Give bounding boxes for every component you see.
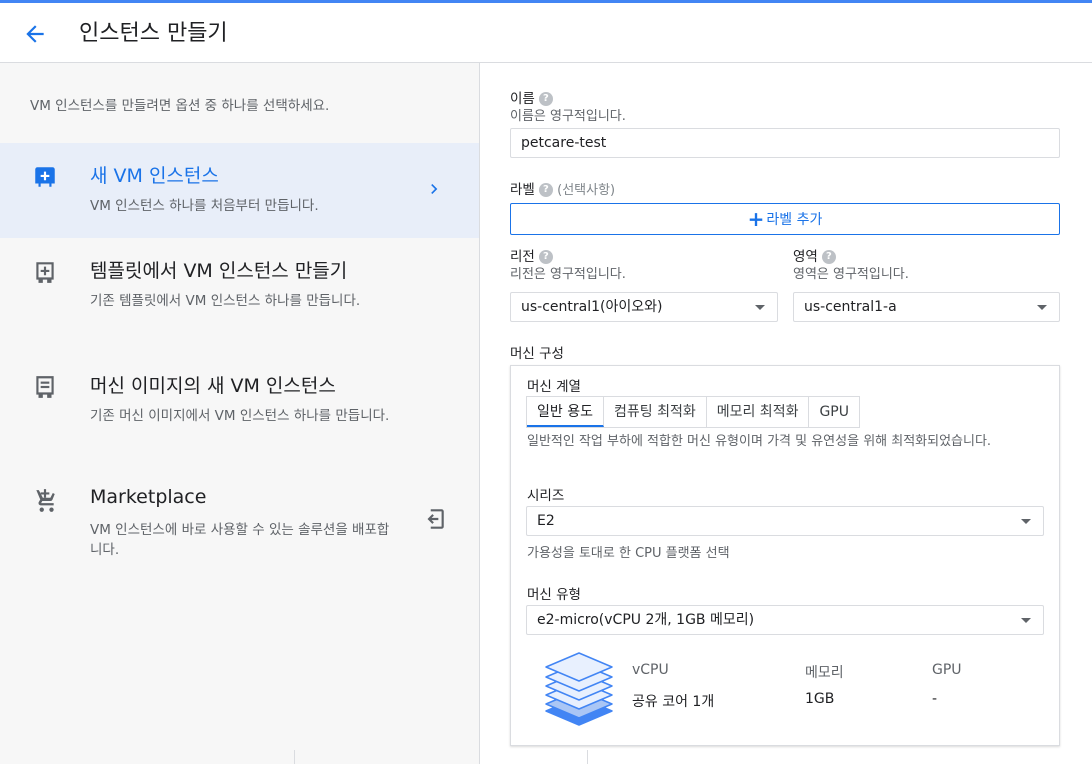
plus-icon: + xyxy=(747,207,765,231)
options-intro-text: VM 인스턴스를 만들려면 옵션 중 하나를 선택하세요. xyxy=(30,98,330,114)
series-sublabel: 가용성을 토대로 한 CPU 플랫폼 선택 xyxy=(527,546,730,561)
help-icon[interactable]: ? xyxy=(821,250,836,264)
region-select[interactable]: us-central1(아이오와) xyxy=(510,292,778,322)
machine-family-label: 머신 계열 xyxy=(527,379,581,395)
option-title: Marketplace xyxy=(90,486,207,508)
tab-gpu[interactable]: GPU xyxy=(809,397,859,427)
option-vm-from-template[interactable]: 템플릿에서 VM 인스턴스 만들기 기존 템플릿에서 VM 인스턴스 하나를 만… xyxy=(0,238,479,353)
divider-tick xyxy=(294,750,295,764)
tab-compute-optimized[interactable]: 컴퓨팅 최적화 xyxy=(604,397,707,427)
page-title: 인스턴스 만들기 xyxy=(79,21,228,46)
region-label: 리전? xyxy=(510,245,553,265)
spec-value-memory: 1GB xyxy=(805,691,835,707)
option-vm-from-machine-image[interactable]: 머신 이미지의 새 VM 인스턴스 기존 머신 이미지에서 VM 인스턴스 하나… xyxy=(0,353,479,468)
option-description: 기존 템플릿에서 VM 인스턴스 하나를 만듭니다. xyxy=(90,293,361,309)
back-arrow-icon[interactable] xyxy=(22,21,48,47)
add-label-button[interactable]: + 라벨 추가 xyxy=(510,203,1060,235)
machine-layers-icon xyxy=(545,652,613,726)
option-description: 기존 머신 이미지에서 VM 인스턴스 하나를 만듭니다. xyxy=(90,408,390,424)
name-input[interactable]: petcare-test xyxy=(510,128,1060,158)
creation-options-panel: VM 인스턴스를 만들려면 옵션 중 하나를 선택하세요. 새 VM 인스턴스 … xyxy=(0,63,480,764)
option-marketplace[interactable]: Marketplace VM 인스턴스에 바로 사용할 수 있는 솔루션을 배포… xyxy=(0,468,479,578)
option-title: 머신 이미지의 새 VM 인스턴스 xyxy=(90,375,336,397)
dropdown-arrow-icon xyxy=(755,305,765,310)
spec-header-memory: 메모리 xyxy=(805,665,844,681)
dropdown-arrow-icon xyxy=(1021,618,1031,623)
region-value: us-central1(아이오와) xyxy=(521,299,663,315)
labels-label-text: 라벨 xyxy=(510,182,535,198)
optional-text: (선택사항) xyxy=(557,183,616,198)
tab-memory-optimized[interactable]: 메모리 최적화 xyxy=(707,397,810,427)
spec-value-vcpu: 공유 코어 1개 xyxy=(632,694,715,710)
name-sublabel: 이름은 영구적입니다. xyxy=(510,109,626,124)
option-title: 새 VM 인스턴스 xyxy=(90,165,219,187)
machine-config-card: 머신 계열 일반 용도 컴퓨팅 최적화 메모리 최적화 GPU 일반적인 작업 … xyxy=(510,365,1060,746)
help-icon[interactable]: ? xyxy=(538,250,553,264)
tab-general-purpose[interactable]: 일반 용도 xyxy=(527,397,604,427)
machine-family-description: 일반적인 작업 부하에 적합한 머신 유형이며 가격 및 유연성을 위해 최적화… xyxy=(527,434,992,449)
zone-select[interactable]: us-central1-a xyxy=(793,292,1060,322)
page-header: 인스턴스 만들기 xyxy=(0,3,1092,63)
series-value: E2 xyxy=(537,513,555,529)
machine-image-icon xyxy=(36,376,54,398)
zone-sublabel: 영역은 영구적입니다. xyxy=(793,267,909,282)
machine-type-label: 머신 유형 xyxy=(527,587,581,603)
name-label: 이름? xyxy=(510,87,553,107)
zone-value: us-central1-a xyxy=(804,299,897,315)
spec-header-gpu: GPU xyxy=(932,662,962,678)
dropdown-arrow-icon xyxy=(1021,519,1031,524)
dropdown-arrow-icon xyxy=(1037,305,1047,310)
zone-label: 영역? xyxy=(793,245,836,265)
add-box-icon xyxy=(35,167,55,187)
cart-icon xyxy=(33,489,55,512)
external-link-icon[interactable] xyxy=(421,506,447,532)
machine-family-tabs: 일반 용도 컴퓨팅 최적화 메모리 최적화 GPU xyxy=(526,396,860,428)
machine-type-select[interactable]: e2-micro(vCPU 2개, 1GB 메모리) xyxy=(526,605,1044,635)
region-sublabel: 리전은 영구적입니다. xyxy=(510,267,626,282)
labels-label: 라벨? (선택사항) xyxy=(510,178,615,198)
machine-type-value: e2-micro(vCPU 2개, 1GB 메모리) xyxy=(537,612,755,628)
spec-value-gpu: - xyxy=(932,691,938,707)
add-label-text: 라벨 추가 xyxy=(766,212,823,228)
spec-header-vcpu: vCPU xyxy=(632,662,669,678)
instance-form: 이름? 이름은 영구적입니다. petcare-test 라벨? (선택사항) … xyxy=(480,63,1092,764)
option-description: VM 인스턴스 하나를 처음부터 만듭니다. xyxy=(90,198,319,214)
template-add-icon xyxy=(36,262,54,283)
series-label: 시리즈 xyxy=(527,488,565,504)
help-icon[interactable]: ? xyxy=(538,183,553,197)
help-icon[interactable]: ? xyxy=(538,92,553,106)
chevron-right-icon xyxy=(431,184,438,194)
machine-config-label: 머신 구성 xyxy=(510,346,564,362)
option-description: VM 인스턴스에 바로 사용할 수 있는 솔루션을 배포합니다. xyxy=(90,522,390,558)
option-title: 템플릿에서 VM 인스턴스 만들기 xyxy=(90,260,348,282)
series-select[interactable]: E2 xyxy=(526,506,1044,536)
option-new-vm-instance[interactable]: 새 VM 인스턴스 VM 인스턴스 하나를 처음부터 만듭니다. xyxy=(0,143,479,238)
